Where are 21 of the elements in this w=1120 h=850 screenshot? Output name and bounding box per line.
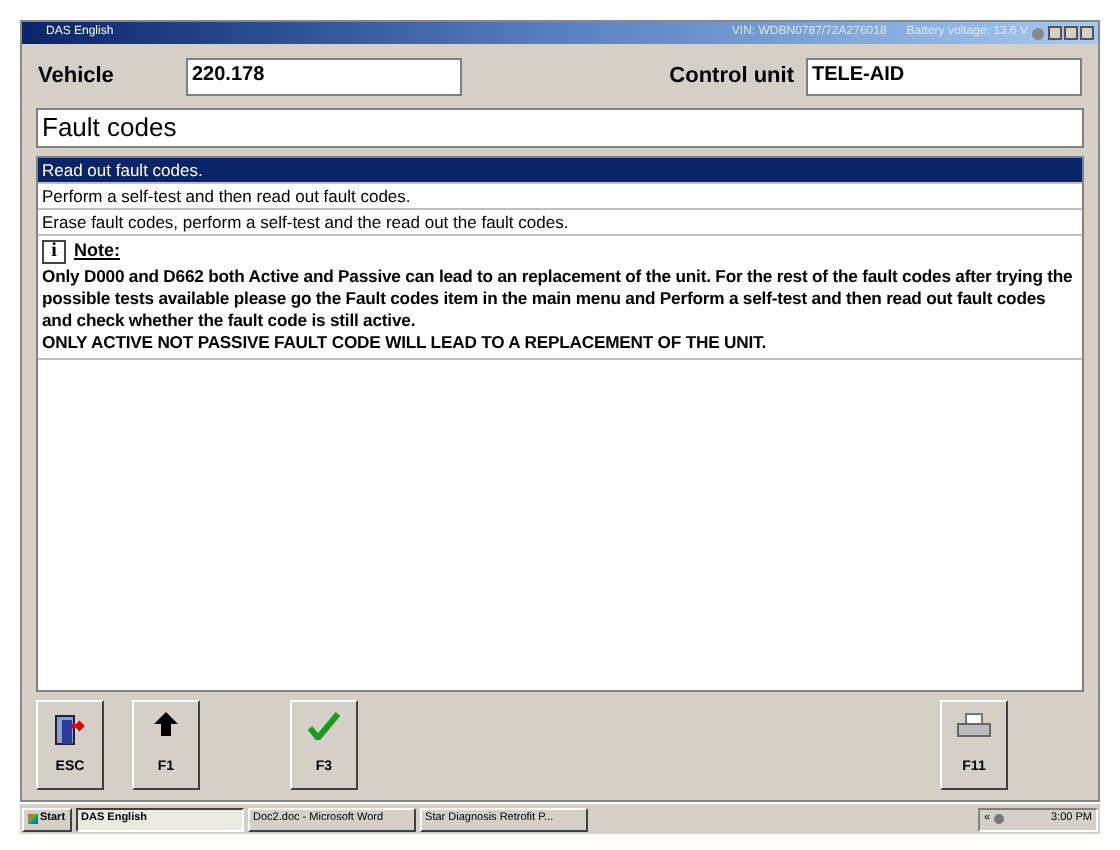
checkmark-icon (308, 712, 340, 740)
info-icon: i (42, 239, 66, 264)
tray-icon (994, 814, 1005, 824)
close-button[interactable] (1080, 26, 1094, 40)
maximize-button[interactable] (1064, 26, 1078, 40)
up-arrow-icon (154, 712, 178, 736)
door-exit-icon (54, 712, 86, 748)
fault-option-item[interactable]: Perform a self-test and then read out fault codes. (38, 184, 1082, 210)
minimize-button[interactable] (1048, 26, 1062, 40)
vehicle-field: 220.178 (186, 57, 462, 95)
note-text: ONLY ACTIVE NOT PASSIVE FAULT CODE WILL LEAD TO A REPLACEMENT OF THE UNIT. (42, 331, 768, 353)
note-title: Note: (74, 238, 120, 264)
fault-option-item[interactable]: Read out fault codes. (38, 158, 1082, 184)
fault-option-item[interactable]: Erase fault codes, perform a self-test and the read out the fault codes. (38, 210, 1082, 236)
windows-logo-icon (28, 814, 38, 824)
printer-icon (956, 712, 992, 740)
control-unit-label: Control unit (669, 61, 794, 92)
vehicle-label: Vehicle (38, 61, 116, 92)
control-unit-field: TELE-AID (806, 57, 1082, 95)
note-text: Only D000 and D662 both Active and Passive can lead to an replacement of the unit. For the rest of the fault codes after trying the possible tests available please go the Fault codes item in the main menu and Perform a self-test and then read out fault codes and check whether the fault code is still active. (42, 265, 1075, 331)
section-title: Fault codes (36, 108, 1084, 148)
